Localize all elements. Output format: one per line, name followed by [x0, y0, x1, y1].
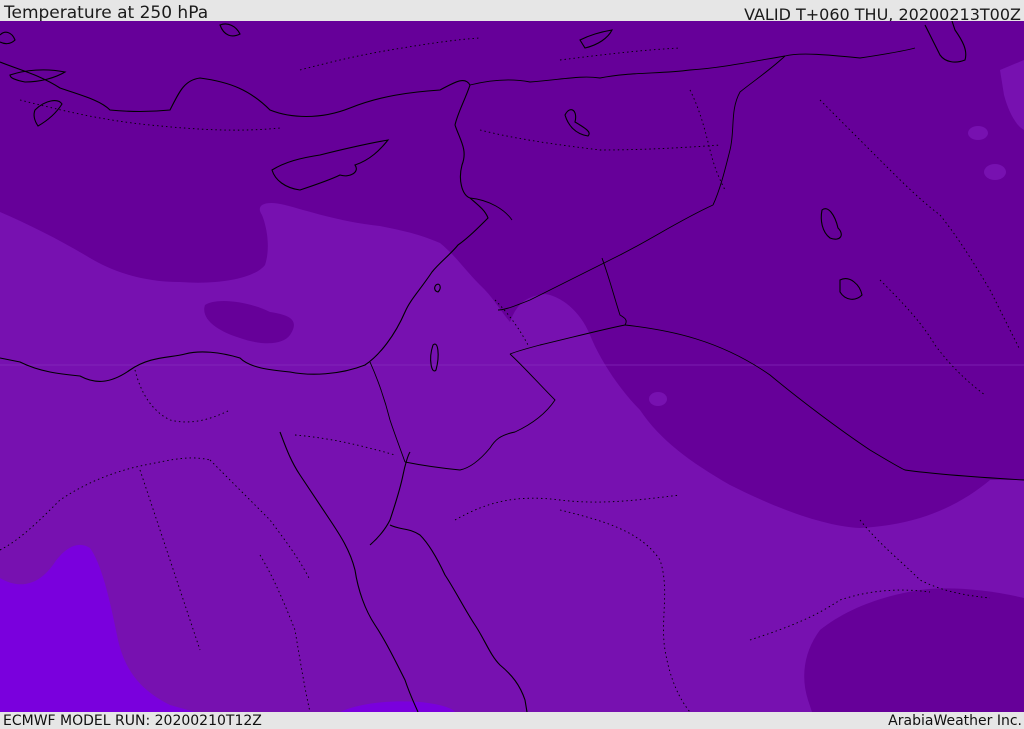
temp-blob: [968, 126, 988, 140]
temp-blob: [984, 164, 1006, 180]
map-canvas: [0, 21, 1024, 712]
temp-blob: [649, 392, 667, 406]
temperature-map[interactable]: [0, 21, 1024, 712]
model-run-label: ECMWF MODEL RUN: 20200210T12Z: [3, 713, 262, 729]
map-title: Temperature at 250 hPa: [4, 3, 209, 23]
header-bar: Temperature at 250 hPa VALID T+060 THU, …: [0, 0, 1024, 24]
credit-label: ArabiaWeather Inc.: [888, 713, 1022, 729]
footer-bar: ECMWF MODEL RUN: 20200210T12Z ArabiaWeat…: [0, 712, 1024, 729]
